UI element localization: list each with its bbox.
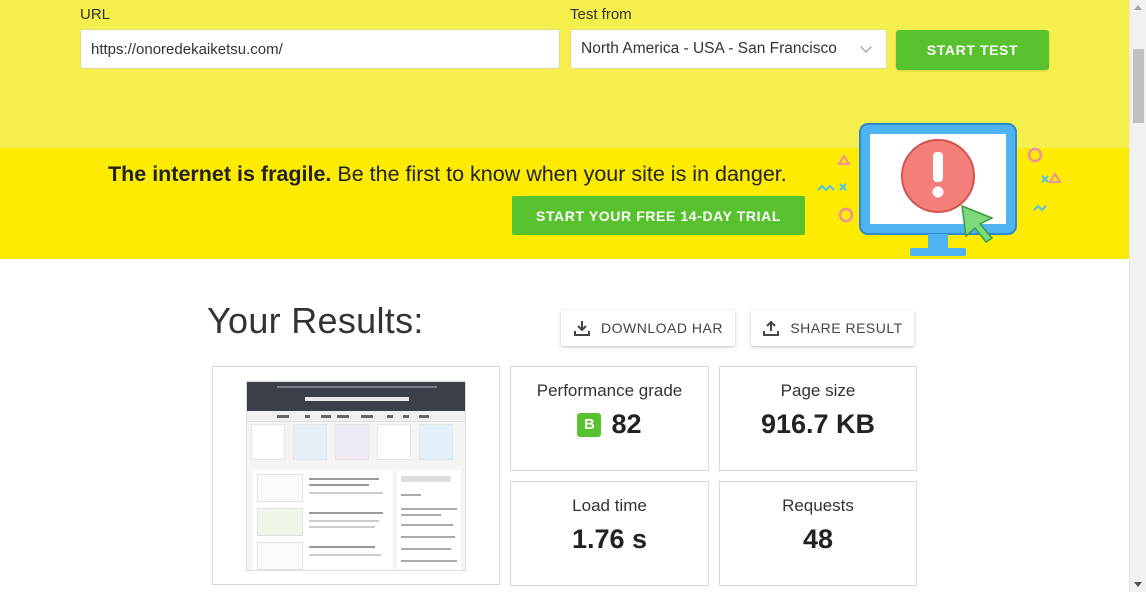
download-icon [574,321,591,336]
chevron-down-icon [860,41,872,53]
url-label: URL [80,6,111,23]
thumbnail-featured-cards [249,424,465,464]
confetti-zigzag-right [1033,204,1047,212]
confetti-cross [839,183,847,191]
vertical-scrollbar[interactable] [1129,0,1146,592]
thumbnail-article-list [253,470,393,570]
results-title: Your Results: [207,300,424,341]
scroll-up-arrow-icon[interactable] [1134,5,1142,10]
confetti-cross-right [1041,175,1049,183]
banner-headline-bold: The internet is fragile. [108,162,332,186]
thumbnail-nav [247,411,465,422]
scroll-down-arrow-icon[interactable] [1134,582,1142,587]
confetti-circle-right [1027,147,1043,163]
share-result-button[interactable]: SHARE RESULT [751,310,914,346]
page-size-value: 916.7 KB [760,409,876,439]
requests-card: Requests 48 [719,481,917,586]
confetti-zigzag [817,184,835,192]
download-har-label: DOWNLOAD HAR [601,320,723,336]
banner-headline: The internet is fragile. Be the first to… [108,162,787,187]
confetti-triangle [837,154,851,165]
monitor-neck [928,234,948,248]
performance-grade-card: Performance grade B 82 [510,366,709,471]
exclamation-dot [932,186,944,198]
share-icon [763,320,780,336]
free-trial-button[interactable]: START YOUR FREE 14-DAY TRIAL [512,196,805,235]
monitor-stand [910,248,966,256]
performance-grade-value-row: B 82 [511,409,708,440]
location-select[interactable]: North America - USA - San Francisco [570,29,887,69]
load-time-value: 1.76 s [571,524,648,554]
share-result-label: SHARE RESULT [790,320,903,336]
requests-value: 48 [802,524,834,554]
scrollbar-thumb[interactable] [1133,49,1144,123]
page-screenshot-card [212,366,500,585]
thumbnail-header [247,382,465,411]
start-test-button[interactable]: START TEST [896,30,1049,70]
exclamation-bar [933,152,943,182]
page-size-label: Page size [780,381,856,400]
url-input[interactable] [80,29,560,69]
page-size-card: Page size 916.7 KB [719,366,917,471]
requests-label: Requests [782,496,854,515]
load-time-label: Load time [572,496,647,515]
test-from-label: Test from [570,6,632,23]
download-har-button[interactable]: DOWNLOAD HAR [561,310,735,346]
page-screenshot-thumbnail[interactable] [246,381,466,571]
grade-badge: B [577,412,602,437]
performance-grade-label: Performance grade [536,381,683,400]
location-select-value: North America - USA - San Francisco [581,40,837,57]
banner-headline-rest: Be the first to know when your site is i… [331,162,787,186]
performance-grade-value: 82 [611,409,642,439]
load-time-card: Load time 1.76 s [510,481,709,586]
thumbnail-sidebar [397,470,461,570]
confetti-circle [838,207,854,223]
monitor-alert-icon [817,123,1062,256]
confetti-triangle-right [1048,172,1062,183]
